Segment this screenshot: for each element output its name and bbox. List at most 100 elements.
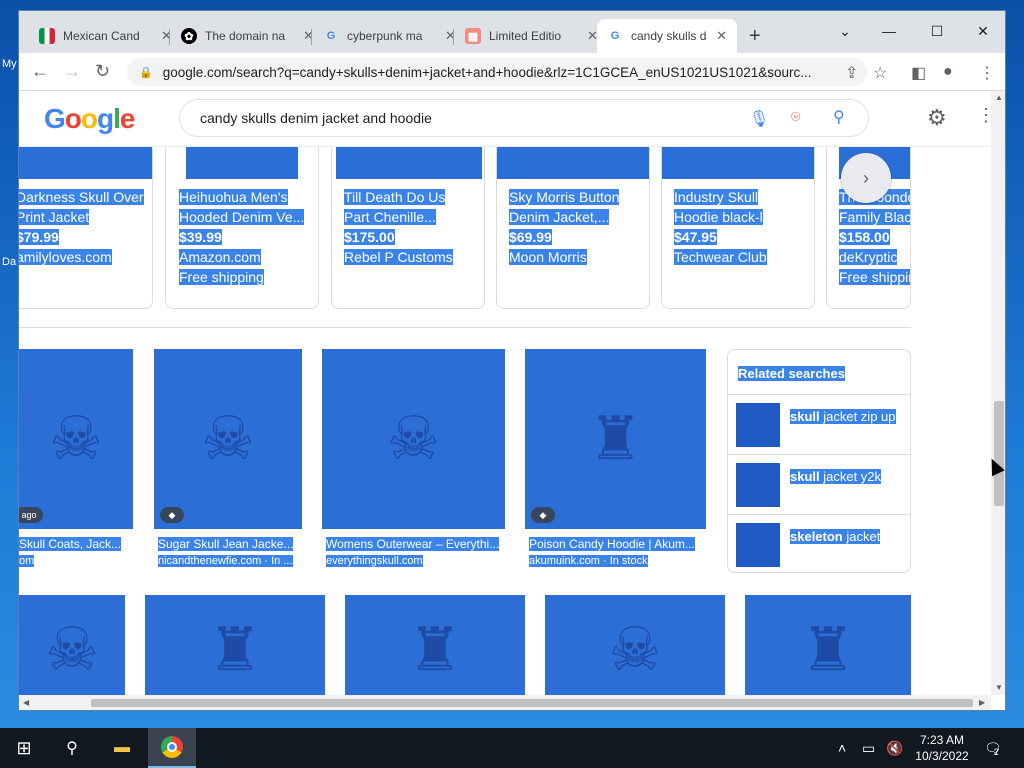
product-title: Part Chenille... [344,209,436,225]
search-icon[interactable]: ⚲ [48,728,96,768]
back-button[interactable]: ← [31,61,49,82]
gear-icon[interactable]: ⚙ [927,105,947,131]
google-header: Google candy skulls denim jacket and hoo… [19,91,991,147]
product-store: Rebel P Customs [344,249,453,265]
tab[interactable]: Mexican Cand ✕ [29,19,182,53]
openai-icon: ✿ [181,28,197,44]
related-item[interactable]: skull jacket zip up [728,394,910,454]
scroll-left-arrow[interactable]: ◀ [23,698,29,707]
windows-start-icon[interactable]: ⊞ [0,728,48,768]
image-source: everythingskull.com [326,555,423,567]
product-price: $47.95 [674,229,717,245]
address-bar[interactable]: 🔒 google.com/search?q=candy+skulls+denim… [127,58,867,86]
tab[interactable]: G cyberpunk ma ✕ [313,19,466,53]
camera-search-icon[interactable]: ⌾ [791,109,801,127]
system-clock[interactable]: 7:23 AM 10/3/2022 [906,732,978,764]
shopping-card[interactable]: Industry Skull Hoodie black-l $47.95 Tec… [661,147,815,309]
store-icon: ▦ [465,28,481,44]
scroll-down-arrow[interactable]: ▼ [995,683,1003,692]
desktop-label: Da [2,256,17,268]
tab[interactable]: ▦ Limited Editio ✕ [455,19,608,53]
maximize-button[interactable]: ☐ [917,17,957,45]
skull-image: ☠ [49,405,103,472]
microphone-icon[interactable]: 🎙 [749,109,769,129]
shopping-card[interactable]: Till Death Do Us Part Chenille... $175.0… [331,147,485,309]
reload-button[interactable]: ↻ [95,61,110,82]
next-arrow-button[interactable]: › [841,153,891,203]
shopping-card[interactable]: Sky Morris Button Denim Jacket,... $69.9… [496,147,650,309]
image-result[interactable]: ♜ [145,595,325,695]
file-explorer-icon[interactable]: ▬ [98,728,146,768]
shopping-card[interactable]: Heihuohua Men's Hooded Denim Ve... $39.9… [165,147,319,309]
close-window-button[interactable]: ✕ [963,17,1003,45]
notification-icon[interactable]: 🗨 2 [984,728,1002,768]
skull-image: ☠ [386,405,441,472]
product-title: Sky Morris Button [509,189,620,205]
browser-window: Mexican Cand ✕ ✿ The domain na ✕ G cyber… [18,10,1006,711]
product-price: $69.99 [509,229,552,245]
clock-date: 10/3/2022 [915,749,969,763]
image-result[interactable]: ☠ ◆ [154,349,302,529]
image-result[interactable]: ♜ ◆ [525,349,706,529]
desktop-label: My [2,58,17,70]
scroll-thumb[interactable] [91,699,973,707]
side-panel-icon[interactable]: ◧ [911,63,926,83]
forward-button[interactable]: → [63,61,81,82]
scroll-thumb[interactable] [994,401,1004,506]
share-icon[interactable]: ⇪ [845,63,858,83]
tab-search-button[interactable]: ⌄ [825,17,865,45]
divider [19,327,911,328]
related-item[interactable]: skeleton jacket [728,514,910,574]
horizontal-scrollbar[interactable]: ◀ ▶ [19,695,991,710]
volume-muted-icon[interactable]: 🔇 [886,728,903,768]
scroll-up-arrow[interactable]: ▲ [995,93,1003,102]
image-result[interactable]: ☠ [322,349,505,529]
profile-icon[interactable]: ● [943,63,953,81]
related-text: jacket y2k [819,469,882,484]
image-result[interactable]: ♜ [345,595,525,695]
apps-grid-icon[interactable]: ⋮⋮ [977,105,991,126]
image-result[interactable]: ☠ [19,595,125,695]
chevron-up-icon[interactable]: ˄ [838,728,846,768]
product-shipping: Free shipping [179,269,264,285]
product-title: Family Blac [839,209,911,225]
image-source: om [19,555,35,567]
scroll-right-arrow[interactable]: ▶ [979,698,985,707]
image-caption[interactable]: Poison Candy Hoodie | Akum... [529,537,705,551]
bookmark-star-icon[interactable]: ☆ [873,63,887,83]
product-image [336,147,482,179]
search-icon[interactable]: ⚲ [833,107,845,127]
new-tab-button[interactable]: + [749,25,761,48]
chrome-taskbar-icon[interactable] [148,728,196,768]
related-item[interactable]: skull jacket y2k [728,454,910,514]
image-result[interactable]: ☠ ago [19,349,133,529]
tab-title: candy skulls d [631,29,707,43]
network-icon[interactable]: ▭ [862,728,875,768]
image-result[interactable]: ♜ [745,595,911,695]
google-results-page: Google candy skulls denim jacket and hoo… [19,91,991,695]
shopping-card[interactable]: Darkness Skull Over Print Jacket $79.99 … [19,147,153,309]
vertical-scrollbar[interactable]: ▲ ▼ [991,91,1005,695]
product-store: amilyloves.com [19,249,112,265]
close-icon[interactable]: ✕ [716,28,727,44]
google-icon: G [326,30,336,42]
product-title: Hooded Denim Ve... [179,209,305,225]
tab[interactable]: ✿ The domain na ✕ [171,19,324,53]
google-logo[interactable]: Google [44,103,135,135]
related-searches-panel: Related searches skull jacket zip up sku… [727,349,911,573]
image-caption[interactable]: Skull Coats, Jack... [19,537,133,551]
image-caption[interactable]: Sugar Skull Jean Jacke... [158,537,302,551]
product-image [497,147,649,179]
lock-icon: 🔒 [139,66,153,79]
product-store: Techwear Club [674,249,767,265]
image-source: akumuink.com · In stock [529,555,648,567]
menu-icon[interactable]: ⋮ [979,63,995,83]
tab-active[interactable]: G candy skulls d ✕ [597,19,737,53]
tab-title: Mexican Cand [63,29,140,43]
italy-flag-icon [39,28,55,44]
product-image [19,147,152,179]
image-result[interactable]: ☠ [545,595,725,695]
time-badge: ago [19,507,43,523]
image-caption[interactable]: Womens Outerwear – Everythi... [326,537,506,551]
minimize-button[interactable]: — [869,17,909,45]
